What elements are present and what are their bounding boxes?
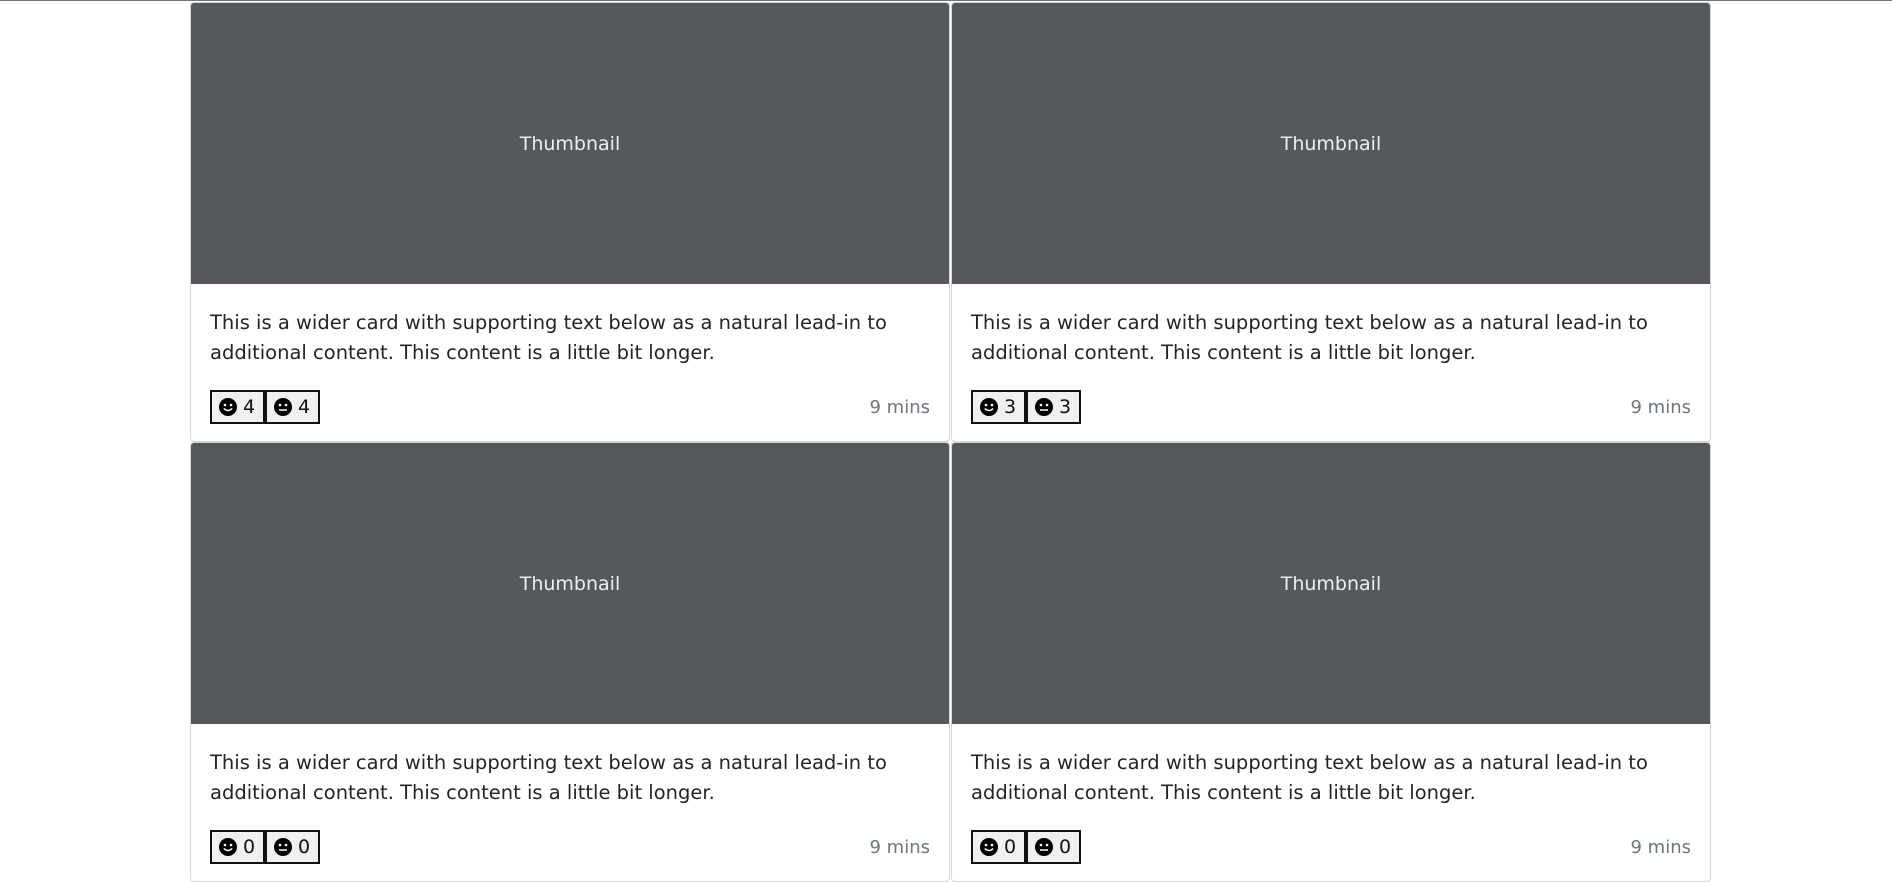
card: Thumbnail This is a wider card with supp…	[190, 442, 950, 882]
card-body: This is a wider card with supporting tex…	[191, 284, 949, 424]
card-footer: 4 4 9 mins	[210, 390, 930, 424]
smile-reaction-button[interactable]: 0	[971, 830, 1026, 864]
top-divider	[0, 0, 1892, 1]
card-thumbnail: Thumbnail	[952, 443, 1710, 724]
neutral-reaction-button[interactable]: 0	[1026, 830, 1081, 864]
neutral-reaction-button[interactable]: 3	[1026, 390, 1081, 424]
neutral-count: 3	[1059, 396, 1072, 418]
card-text: This is a wider card with supporting tex…	[210, 751, 887, 804]
smiley-face-icon	[219, 838, 237, 856]
smile-reaction-button[interactable]: 3	[971, 390, 1026, 424]
time-label: 9 mins	[1630, 836, 1692, 858]
card-text: This is a wider card with supporting tex…	[971, 751, 1648, 804]
card: Thumbnail This is a wider card with supp…	[951, 2, 1711, 442]
smiley-face-icon	[219, 398, 237, 416]
thumbnail-label: Thumbnail	[519, 572, 621, 595]
card: Thumbnail This is a wider card with supp…	[951, 442, 1711, 882]
card-grid: Thumbnail This is a wider card with supp…	[190, 2, 1711, 882]
smile-reaction-button[interactable]: 4	[210, 390, 265, 424]
neutral-reaction-button[interactable]: 4	[265, 390, 320, 424]
neutral-reaction-button[interactable]: 0	[265, 830, 320, 864]
card-body: This is a wider card with supporting tex…	[952, 284, 1710, 424]
neutral-face-icon	[274, 398, 292, 416]
time-label: 9 mins	[869, 836, 931, 858]
card-text: This is a wider card with supporting tex…	[210, 311, 887, 364]
smile-count: 0	[1004, 836, 1017, 858]
neutral-count: 0	[1059, 836, 1072, 858]
smiley-face-icon	[980, 398, 998, 416]
neutral-face-icon	[274, 838, 292, 856]
card-thumbnail: Thumbnail	[191, 3, 949, 284]
reaction-button-group: 4 4	[210, 390, 320, 424]
card: Thumbnail This is a wider card with supp…	[190, 2, 950, 442]
neutral-count: 0	[298, 836, 311, 858]
card-footer: 3 3 9 mins	[971, 390, 1691, 424]
card-footer: 0 0 9 mins	[210, 830, 930, 864]
card-thumbnail: Thumbnail	[952, 3, 1710, 284]
smiley-face-icon	[980, 838, 998, 856]
smile-count: 0	[243, 836, 256, 858]
neutral-face-icon	[1035, 838, 1053, 856]
smile-count: 4	[243, 396, 256, 418]
neutral-count: 4	[298, 396, 311, 418]
card-text: This is a wider card with supporting tex…	[971, 311, 1648, 364]
card-body: This is a wider card with supporting tex…	[191, 724, 949, 864]
neutral-face-icon	[1035, 398, 1053, 416]
card-footer: 0 0 9 mins	[971, 830, 1691, 864]
thumbnail-label: Thumbnail	[1280, 132, 1382, 155]
thumbnail-label: Thumbnail	[1280, 572, 1382, 595]
card-thumbnail: Thumbnail	[191, 443, 949, 724]
smile-reaction-button[interactable]: 0	[210, 830, 265, 864]
card-body: This is a wider card with supporting tex…	[952, 724, 1710, 864]
time-label: 9 mins	[869, 396, 931, 418]
reaction-button-group: 0 0	[971, 830, 1081, 864]
thumbnail-label: Thumbnail	[519, 132, 621, 155]
time-label: 9 mins	[1630, 396, 1692, 418]
reaction-button-group: 0 0	[210, 830, 320, 864]
smile-count: 3	[1004, 396, 1017, 418]
reaction-button-group: 3 3	[971, 390, 1081, 424]
